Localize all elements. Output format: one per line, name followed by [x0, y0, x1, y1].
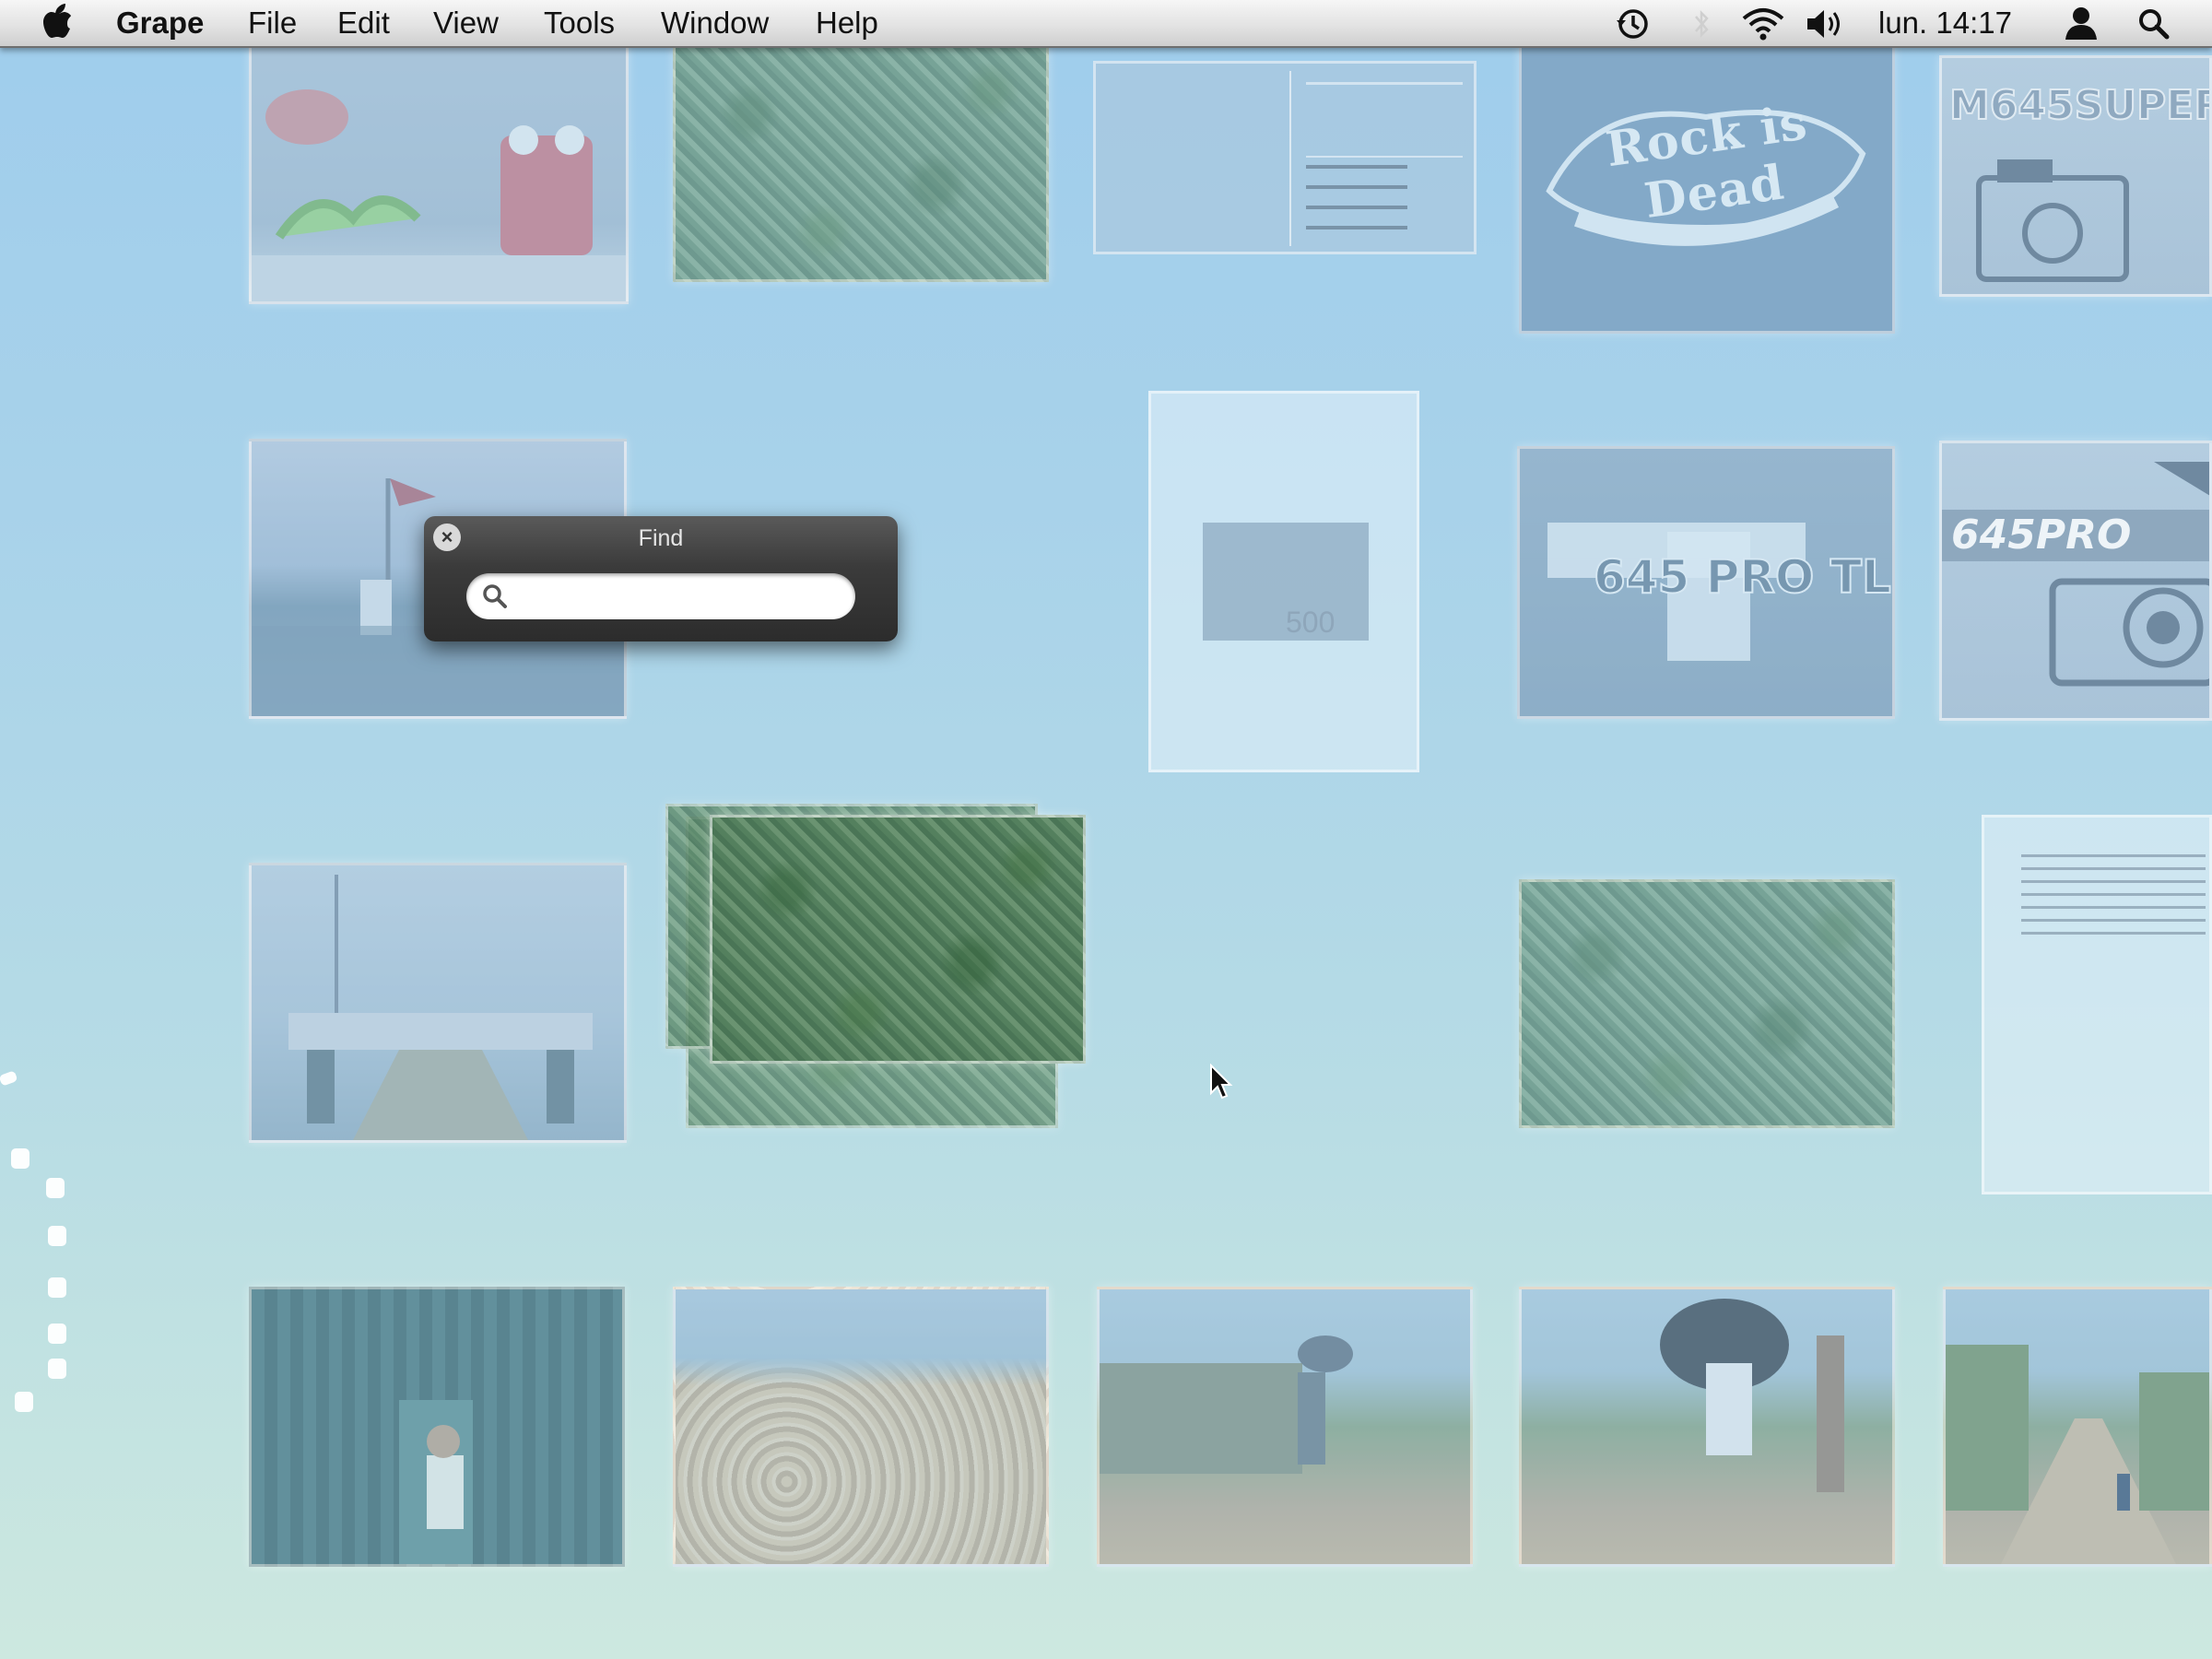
- search-icon[interactable]: [2136, 7, 2171, 48]
- photo-road-umbrella-person[interactable]: [1519, 1287, 1895, 1567]
- photo-foliage-stack-front[interactable]: [710, 815, 1086, 1064]
- menu-view[interactable]: View: [433, 6, 499, 41]
- photo-foliage-2[interactable]: [1519, 879, 1895, 1128]
- photo-645-pro-tl-ad[interactable]: 645 PRO TL: [1517, 446, 1895, 719]
- menu-help[interactable]: Help: [816, 6, 878, 41]
- photo-document-500[interactable]: 500: [1148, 391, 1419, 772]
- speaker-icon[interactable]: [1805, 7, 1847, 48]
- photo-toys[interactable]: [249, 41, 629, 304]
- photo-document-1[interactable]: [1093, 61, 1477, 254]
- photo-rubble[interactable]: [673, 1287, 1049, 1567]
- mouse-cursor: [1209, 1063, 1233, 1105]
- document-500-label: 500: [1286, 606, 1335, 639]
- find-search-field[interactable]: [466, 573, 855, 619]
- menu-tools[interactable]: Tools: [544, 6, 615, 41]
- photo-645-pro-ad[interactable]: 645PRO: [1939, 441, 2212, 721]
- bluetooth-icon[interactable]: [1692, 9, 1711, 46]
- user-icon[interactable]: [2063, 6, 2100, 48]
- app-name-menu[interactable]: Grape: [116, 6, 204, 41]
- photo-pier[interactable]: [249, 863, 627, 1143]
- find-panel: × Find: [424, 516, 898, 641]
- photo-foliage-1[interactable]: [673, 41, 1049, 282]
- clock-icon[interactable]: [1615, 7, 1652, 48]
- menu-window[interactable]: Window: [661, 6, 769, 41]
- photo-shed-person[interactable]: [249, 1287, 625, 1567]
- apple-logo-icon[interactable]: [41, 4, 74, 48]
- magnifier-icon: [481, 582, 511, 615]
- photo-rock-is-dead-poster[interactable]: Rock is Dead: [1519, 41, 1895, 334]
- photo-document-2[interactable]: [1982, 815, 2212, 1194]
- photo-road-walker[interactable]: [1943, 1287, 2212, 1567]
- menu-clock[interactable]: lun. 14:17: [1878, 6, 2012, 41]
- photo-m645-super-ad[interactable]: M645SUPER: [1939, 55, 2212, 297]
- find-panel-title: Find: [638, 525, 684, 551]
- find-search-input[interactable]: [516, 581, 842, 614]
- menu-edit[interactable]: Edit: [337, 6, 390, 41]
- photo-building-umbrella[interactable]: [1097, 1287, 1473, 1567]
- menu-file[interactable]: File: [248, 6, 297, 41]
- menu-bar: Grape File Edit View Tools Window Help l…: [0, 0, 2212, 48]
- wifi-icon[interactable]: [1740, 7, 1786, 48]
